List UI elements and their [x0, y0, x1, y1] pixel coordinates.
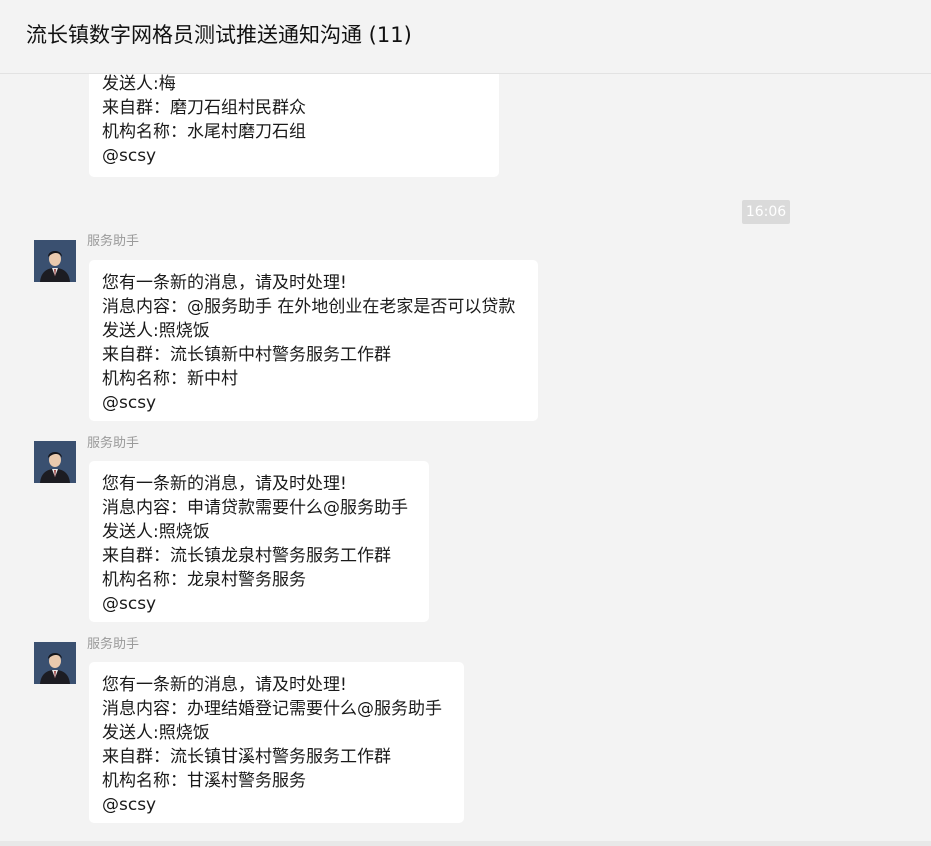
message-group-line: 来自群：流长镇龙泉村警务服务工作群	[102, 546, 391, 566]
avatar-person-icon	[34, 240, 76, 282]
message-org-line: 机构名称：水尾村磨刀石组	[102, 122, 306, 142]
chat-title: 流长镇数字网格员测试推送通知沟通 (11)	[26, 23, 412, 47]
message-content-line: 消息内容：申请贷款需要什么@服务助手	[102, 498, 408, 518]
chat-header: 流长镇数字网格员测试推送通知沟通 (11)	[0, 0, 931, 74]
message-group-line: 来自群：流长镇新中村警务服务工作群	[102, 345, 391, 365]
message-org-line: 机构名称：龙泉村警务服务	[102, 570, 306, 590]
avatar-person-icon	[34, 441, 76, 483]
message-group-line: 来自群：磨刀石组村民群众	[102, 98, 306, 118]
message-bubble[interactable]: 您有一条新的消息，请及时处理! 消息内容：@服务助手 在外地创业在老家是否可以贷…	[89, 260, 538, 421]
message-org-line: 机构名称：甘溪村警务服务	[102, 771, 306, 791]
message-sender-line: 发送人:梅	[102, 74, 176, 94]
avatar-person-icon	[34, 642, 76, 684]
chat-area: 发送人:梅 来自群：磨刀石组村民群众 机构名称：水尾村磨刀石组 @scsy 16…	[0, 0, 931, 846]
message-mention-line: @scsy	[102, 146, 157, 166]
message-bubble[interactable]: 您有一条新的消息，请及时处理! 消息内容：办理结婚登记需要什么@服务助手 发送人…	[89, 662, 464, 823]
time-badge: 16:06	[742, 200, 790, 224]
avatar[interactable]	[34, 642, 76, 684]
message-notice-line: 您有一条新的消息，请及时处理!	[102, 474, 347, 494]
sender-name: 服务助手	[87, 234, 140, 249]
message-sender-line: 发送人:照烧饭	[102, 723, 210, 743]
message-mention-line: @scsy	[102, 393, 157, 413]
message-mention-line: @scsy	[102, 594, 157, 614]
message-bubble[interactable]: 您有一条新的消息，请及时处理! 消息内容：申请贷款需要什么@服务助手 发送人:照…	[89, 461, 429, 622]
input-area-edge	[0, 841, 931, 846]
message-sender-line: 发送人:照烧饭	[102, 321, 210, 341]
sender-name: 服务助手	[87, 436, 140, 451]
message-content-line: 消息内容：@服务助手 在外地创业在老家是否可以贷款	[102, 297, 516, 317]
message-content-line: 消息内容：办理结婚登记需要什么@服务助手	[102, 699, 442, 719]
message-sender-line: 发送人:照烧饭	[102, 522, 210, 542]
avatar[interactable]	[34, 240, 76, 282]
message-bubble-partial[interactable]: 发送人:梅 来自群：磨刀石组村民群众 机构名称：水尾村磨刀石组 @scsy	[89, 68, 499, 177]
avatar[interactable]	[34, 441, 76, 483]
message-org-line: 机构名称：新中村	[102, 369, 238, 389]
message-notice-line: 您有一条新的消息，请及时处理!	[102, 273, 347, 293]
message-mention-line: @scsy	[102, 795, 157, 815]
message-group-line: 来自群：流长镇甘溪村警务服务工作群	[102, 747, 391, 767]
message-notice-line: 您有一条新的消息，请及时处理!	[102, 675, 347, 695]
sender-name: 服务助手	[87, 637, 140, 652]
